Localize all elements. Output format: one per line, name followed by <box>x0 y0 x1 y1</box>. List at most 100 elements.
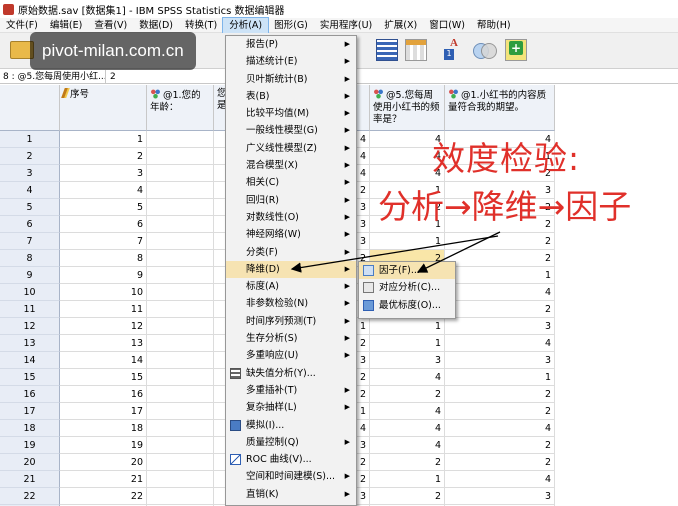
row-number[interactable]: 13 <box>0 335 60 352</box>
row-number[interactable]: 11 <box>0 301 60 318</box>
column-header[interactable]: @1.小红书的内容质量符合我的期望。 <box>445 85 555 131</box>
column-header[interactable]: 序号 <box>60 85 147 131</box>
menu-7[interactable]: 实用程序(U) <box>314 18 378 33</box>
table-cell[interactable] <box>147 165 214 182</box>
table-cell[interactable] <box>147 216 214 233</box>
analyze-menu-item[interactable]: 空间和时间建模(S)... ▶ <box>226 468 356 485</box>
table-cell[interactable] <box>147 267 214 284</box>
insert-case-icon[interactable] <box>505 39 527 61</box>
analyze-menu-item[interactable]: 直销(K) ▶ <box>226 486 356 503</box>
row-number[interactable]: 14 <box>0 352 60 369</box>
table-cell[interactable]: 2 <box>370 454 445 471</box>
dimension-reduction-item[interactable]: 最优标度(O)... <box>359 297 455 314</box>
table-cell[interactable] <box>147 420 214 437</box>
menu-8[interactable]: 扩展(X) <box>378 18 423 33</box>
analyze-menu-item[interactable]: 神经网络(W) ▶ <box>226 226 356 243</box>
analyze-menu-item[interactable]: 广义线性模型(Z) ▶ <box>226 140 356 157</box>
table-cell[interactable]: 12 <box>60 318 147 335</box>
table-cell[interactable]: 17 <box>60 403 147 420</box>
table-cell[interactable] <box>147 301 214 318</box>
table-cell[interactable]: 14 <box>60 352 147 369</box>
table-cell[interactable]: 2 <box>60 148 147 165</box>
analyze-menu-item[interactable]: 质量控制(Q) ▶ <box>226 434 356 451</box>
table-cell[interactable]: 4 <box>445 284 555 301</box>
table-cell[interactable]: 2 <box>445 250 555 267</box>
row-number[interactable]: 15 <box>0 369 60 386</box>
table-cell[interactable]: 10 <box>60 284 147 301</box>
row-number[interactable]: 19 <box>0 437 60 454</box>
table-cell[interactable] <box>147 471 214 488</box>
table-cell[interactable] <box>147 403 214 420</box>
table-cell[interactable] <box>147 386 214 403</box>
analyze-menu-item[interactable]: 时间序列预测(T) ▶ <box>226 313 356 330</box>
variable-table-icon[interactable] <box>405 39 427 61</box>
analyze-menu-item[interactable]: 对数线性(O) ▶ <box>226 209 356 226</box>
table-cell[interactable] <box>147 352 214 369</box>
menu-5[interactable]: 分析(A) <box>222 16 270 34</box>
table-cell[interactable]: 3 <box>370 352 445 369</box>
table-cell[interactable] <box>147 199 214 216</box>
row-number[interactable]: 20 <box>0 454 60 471</box>
menu-1[interactable]: 编辑(E) <box>44 18 88 33</box>
analyze-menu-item[interactable]: 模拟(I)... <box>226 417 356 434</box>
table-cell[interactable]: 4 <box>445 420 555 437</box>
table-cell[interactable] <box>147 284 214 301</box>
row-number[interactable]: 12 <box>0 318 60 335</box>
table-cell[interactable]: 2 <box>445 403 555 420</box>
analyze-menu-item[interactable]: 多重响应(U) ▶ <box>226 347 356 364</box>
table-cell[interactable]: 21 <box>60 471 147 488</box>
table-cell[interactable] <box>147 437 214 454</box>
table-cell[interactable]: 4 <box>370 420 445 437</box>
table-cell[interactable]: 1 <box>370 318 445 335</box>
table-cell[interactable]: 15 <box>60 369 147 386</box>
row-number[interactable]: 3 <box>0 165 60 182</box>
table-cell[interactable]: 3 <box>445 318 555 335</box>
table-cell[interactable]: 19 <box>60 437 147 454</box>
analyze-menu-item[interactable]: 混合模型(X) ▶ <box>226 157 356 174</box>
table-cell[interactable]: 3 <box>445 488 555 505</box>
menu-6[interactable]: 图形(G) <box>268 18 314 33</box>
row-number[interactable]: 22 <box>0 488 60 505</box>
table-cell[interactable]: 1 <box>60 131 147 148</box>
row-number[interactable]: 18 <box>0 420 60 437</box>
menu-0[interactable]: 文件(F) <box>0 18 44 33</box>
table-cell[interactable]: 13 <box>60 335 147 352</box>
column-header[interactable]: @1.您的年龄： <box>147 85 214 131</box>
analyze-menu-item[interactable]: 非参数检验(N) ▶ <box>226 295 356 312</box>
table-cell[interactable] <box>147 131 214 148</box>
analyze-menu-item[interactable]: 一般线性模型(G) ▶ <box>226 122 356 139</box>
table-cell[interactable]: 2 <box>445 386 555 403</box>
table-cell[interactable]: 20 <box>60 454 147 471</box>
use-variable-sets-icon[interactable] <box>472 39 497 61</box>
dimension-reduction-item[interactable]: 因子(F)... <box>359 262 455 280</box>
row-number[interactable]: 2 <box>0 148 60 165</box>
row-number[interactable]: 21 <box>0 471 60 488</box>
analyze-menu-item[interactable]: 多重插补(T) ▶ <box>226 382 356 399</box>
menu-3[interactable]: 数据(D) <box>133 18 179 33</box>
row-number[interactable]: 7 <box>0 233 60 250</box>
data-grid-icon[interactable] <box>376 39 398 61</box>
table-cell[interactable]: 4 <box>60 182 147 199</box>
menu-2[interactable]: 查看(V) <box>88 18 133 33</box>
analyze-menu-item[interactable]: 表(B) ▶ <box>226 88 356 105</box>
table-cell[interactable]: 2 <box>445 233 555 250</box>
table-cell[interactable]: 1 <box>370 233 445 250</box>
analyze-menu-item[interactable]: 生存分析(S) ▶ <box>226 330 356 347</box>
table-cell[interactable]: 1 <box>370 471 445 488</box>
table-cell[interactable]: 5 <box>60 199 147 216</box>
table-cell[interactable] <box>147 369 214 386</box>
analyze-menu-item[interactable]: 报告(P) ▶ <box>226 36 356 53</box>
table-cell[interactable]: 9 <box>60 267 147 284</box>
analyze-menu-item[interactable]: 贝叶斯统计(B) ▶ <box>226 71 356 88</box>
analyze-menu-item[interactable]: 相关(C) ▶ <box>226 174 356 191</box>
table-cell[interactable]: 4 <box>445 335 555 352</box>
table-cell[interactable]: 16 <box>60 386 147 403</box>
analyze-menu-item[interactable]: 标度(A) ▶ <box>226 278 356 295</box>
menu-9[interactable]: 窗口(W) <box>423 18 471 33</box>
value-labels-icon[interactable]: A <box>443 37 465 61</box>
menu-10[interactable]: 帮助(H) <box>471 18 517 33</box>
analyze-menu-item[interactable]: 描述统计(E) ▶ <box>226 53 356 70</box>
analyze-menu-item[interactable]: 比较平均值(M) ▶ <box>226 105 356 122</box>
table-cell[interactable] <box>147 488 214 505</box>
analyze-menu-item[interactable]: 分类(F) ▶ <box>226 244 356 261</box>
